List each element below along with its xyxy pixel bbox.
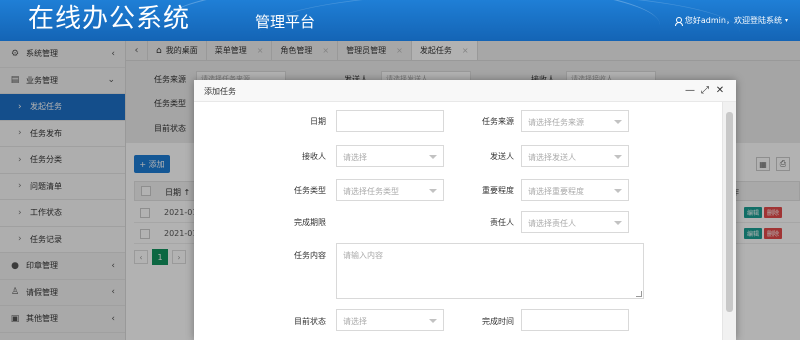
type-select[interactable]: 请选择任务类型 bbox=[336, 179, 444, 201]
date-input[interactable] bbox=[336, 110, 444, 132]
chevron-down-icon bbox=[614, 189, 622, 193]
dialog-title: 添加任务 bbox=[204, 87, 236, 96]
source-label: 任务来源 bbox=[482, 117, 514, 126]
owner-label: 责任人 bbox=[490, 218, 514, 227]
content-textarea[interactable]: 请输入内容 bbox=[336, 243, 644, 299]
chevron-down-icon bbox=[614, 120, 622, 124]
deadline-label: 完成期限 bbox=[294, 218, 326, 227]
scrollbar-thumb[interactable] bbox=[726, 112, 733, 312]
content-placeholder: 请输入内容 bbox=[343, 251, 383, 260]
user-menu[interactable]: 您好admin，欢迎登陆系统 ▾ bbox=[674, 15, 788, 26]
status-select[interactable]: 请选择 bbox=[336, 309, 444, 331]
type-select-value: 请选择任务类型 bbox=[343, 187, 399, 196]
minimize-icon[interactable]: — bbox=[684, 84, 696, 98]
owner-select-value: 请选择责任人 bbox=[528, 219, 576, 228]
sender-select-value: 请选择发送人 bbox=[528, 153, 576, 162]
importance-label: 重要程度 bbox=[482, 186, 514, 195]
date-label: 日期 bbox=[310, 117, 326, 126]
importance-select[interactable]: 请选择重要程度 bbox=[521, 179, 629, 201]
importance-select-value: 请选择重要程度 bbox=[528, 187, 584, 196]
receiver-label: 接收人 bbox=[302, 152, 326, 161]
dialog-body: 日期 任务来源 请选择任务来源 接收人 请选择 发送人 请选择发送人 任务类型 … bbox=[194, 102, 722, 340]
chevron-down-icon bbox=[614, 155, 622, 159]
chevron-down-icon bbox=[429, 189, 437, 193]
status-label: 目前状态 bbox=[294, 317, 326, 326]
top-header: 在线办公系统 管理平台 您好admin，欢迎登陆系统 ▾ bbox=[0, 0, 800, 41]
finish-time-label: 完成时间 bbox=[482, 317, 514, 326]
dialog-scrollbar[interactable] bbox=[722, 102, 736, 340]
chevron-down-icon bbox=[614, 221, 622, 225]
sender-select[interactable]: 请选择发送人 bbox=[521, 145, 629, 167]
platform-title: 管理平台 bbox=[255, 13, 316, 31]
header-decoration bbox=[260, 0, 740, 41]
sender-label: 发送人 bbox=[490, 152, 514, 161]
finish-time-input[interactable] bbox=[521, 309, 629, 331]
user-greeting: 您好admin，欢迎登陆系统 bbox=[684, 16, 782, 25]
user-icon bbox=[674, 16, 683, 26]
dialog-header: 添加任务 — ⤢ ✕ bbox=[194, 80, 736, 102]
receiver-select[interactable]: 请选择 bbox=[336, 145, 444, 167]
app-title: 在线办公系统 bbox=[28, 4, 191, 34]
resize-handle-icon[interactable] bbox=[636, 291, 642, 297]
owner-select[interactable]: 请选择责任人 bbox=[521, 211, 629, 233]
status-select-value: 请选择 bbox=[343, 317, 367, 326]
type-label: 任务类型 bbox=[294, 186, 326, 195]
source-select-value: 请选择任务来源 bbox=[528, 118, 584, 127]
close-icon[interactable]: ✕ bbox=[714, 84, 726, 98]
chevron-down-icon bbox=[429, 155, 437, 159]
source-select[interactable]: 请选择任务来源 bbox=[521, 110, 629, 132]
receiver-select-value: 请选择 bbox=[343, 153, 367, 162]
content-label: 任务内容 bbox=[294, 251, 326, 260]
chevron-down-icon: ▾ bbox=[784, 17, 788, 24]
maximize-icon[interactable]: ⤢ bbox=[699, 84, 711, 98]
chevron-down-icon bbox=[429, 319, 437, 323]
add-task-dialog: 添加任务 — ⤢ ✕ 日期 任务来源 请选择任务来源 接收人 请选择 发送人 请… bbox=[194, 80, 736, 340]
